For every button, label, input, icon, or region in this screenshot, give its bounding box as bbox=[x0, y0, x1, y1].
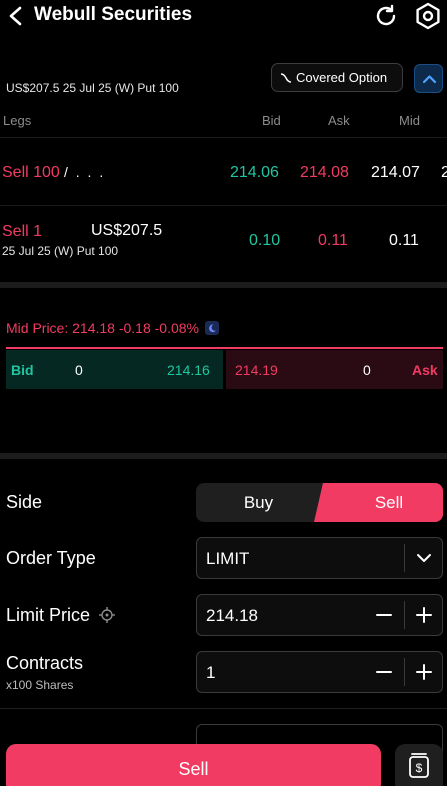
leg-mid: 0.11 bbox=[389, 232, 419, 249]
side-sell-option[interactable]: Sell bbox=[314, 483, 443, 522]
refresh-icon[interactable] bbox=[373, 3, 399, 29]
leg-bid: 0.10 bbox=[249, 232, 281, 249]
section-divider bbox=[0, 282, 447, 288]
ask-quote-box[interactable]: 214.19 0 Ask bbox=[226, 350, 443, 389]
bid-label: Bid bbox=[11, 362, 34, 378]
limit-price-field[interactable]: 214.18 bbox=[196, 594, 443, 636]
sell-submit-button[interactable]: Sell bbox=[6, 744, 381, 786]
leg-name: / . . . bbox=[64, 164, 106, 180]
covered-option-button[interactable]: Covered Option bbox=[271, 63, 403, 92]
buying-power-button[interactable]: $ bbox=[395, 744, 443, 786]
settings-gear-icon[interactable] bbox=[414, 2, 442, 30]
form-divider bbox=[0, 708, 447, 709]
leg-action: Sell 1 bbox=[2, 223, 43, 240]
limit-price-label: Limit Price bbox=[6, 605, 91, 625]
legs-table-header: Legs Bid Ask Mid bbox=[0, 110, 447, 138]
section-divider bbox=[0, 453, 447, 459]
leg-ask: 214.08 bbox=[300, 164, 349, 181]
ask-size: 0 bbox=[363, 362, 371, 378]
plus-icon[interactable] bbox=[405, 595, 443, 635]
bid-quote-box[interactable]: Bid 0 214.16 bbox=[6, 350, 223, 389]
side-toggle: Buy Sell bbox=[196, 483, 443, 522]
page-title: Webull Securities bbox=[34, 4, 193, 25]
plus-icon[interactable] bbox=[405, 652, 443, 692]
order-type-label: Order Type bbox=[6, 548, 96, 568]
leg-strike: US$207.5 bbox=[91, 222, 163, 239]
leg-row-option[interactable]: Sell 1 US$207.5 25 Jul 25 (W) Put 100 0.… bbox=[0, 207, 447, 281]
limit-price-value[interactable]: 214.18 bbox=[206, 606, 258, 626]
bid-size: 0 bbox=[75, 362, 83, 378]
app-header: Webull Securities bbox=[0, 0, 447, 34]
side-label: Side bbox=[6, 492, 43, 512]
minus-icon[interactable] bbox=[365, 652, 403, 692]
minus-icon[interactable] bbox=[365, 595, 403, 635]
mid-price-indicator-line bbox=[6, 347, 443, 349]
leg-action: Sell 100 bbox=[2, 164, 60, 181]
leg-bid: 214.06 bbox=[230, 164, 279, 181]
leg-description: 25 Jul 25 (W) Put 100 bbox=[2, 244, 119, 258]
col-legs: Legs bbox=[3, 113, 32, 128]
leg-mid: 214.07 bbox=[371, 164, 420, 181]
after-hours-moon-icon bbox=[205, 321, 219, 335]
collapse-button[interactable] bbox=[414, 64, 443, 93]
col-mid: Mid bbox=[399, 113, 420, 128]
leg-row-stock[interactable]: Sell 100 / . . . 214.06 214.08 214.07 2 bbox=[0, 140, 447, 206]
chevron-up-icon bbox=[422, 75, 437, 84]
crosshair-target-icon[interactable] bbox=[98, 606, 116, 624]
side-buy-option[interactable]: Buy bbox=[196, 483, 321, 522]
leg-ask: 0.11 bbox=[318, 232, 348, 249]
contracts-field[interactable]: 1 bbox=[196, 651, 443, 693]
bid-price: 214.16 bbox=[167, 362, 210, 378]
svg-text:$: $ bbox=[416, 761, 423, 775]
contracts-label: Contracts bbox=[6, 653, 84, 673]
order-symbol-summary: US$207.5 25 Jul 25 (W) Put 100 bbox=[6, 81, 179, 95]
ask-label: Ask bbox=[412, 362, 438, 378]
mid-price-line: Mid Price: 214.18 -0.18 -0.08% bbox=[6, 320, 219, 336]
order-type-select[interactable]: LIMIT bbox=[196, 537, 443, 579]
order-type-value: LIMIT bbox=[206, 549, 250, 568]
contracts-value[interactable]: 1 bbox=[206, 663, 215, 683]
contracts-sub-label: x100 Shares bbox=[6, 678, 74, 692]
col-bid: Bid bbox=[262, 113, 281, 128]
covered-option-label: Covered Option bbox=[296, 70, 388, 85]
wallet-dollar-icon: $ bbox=[409, 753, 429, 778]
mid-price-text: Mid Price: 214.18 -0.18 -0.08% bbox=[6, 320, 199, 336]
chevron-down-icon[interactable] bbox=[405, 538, 443, 578]
leg-overflow-value: 2 bbox=[441, 164, 447, 181]
back-arrow-icon[interactable] bbox=[6, 5, 26, 27]
ask-price: 214.19 bbox=[235, 362, 278, 378]
strategy-curve-icon bbox=[280, 72, 292, 83]
col-ask: Ask bbox=[328, 113, 350, 128]
